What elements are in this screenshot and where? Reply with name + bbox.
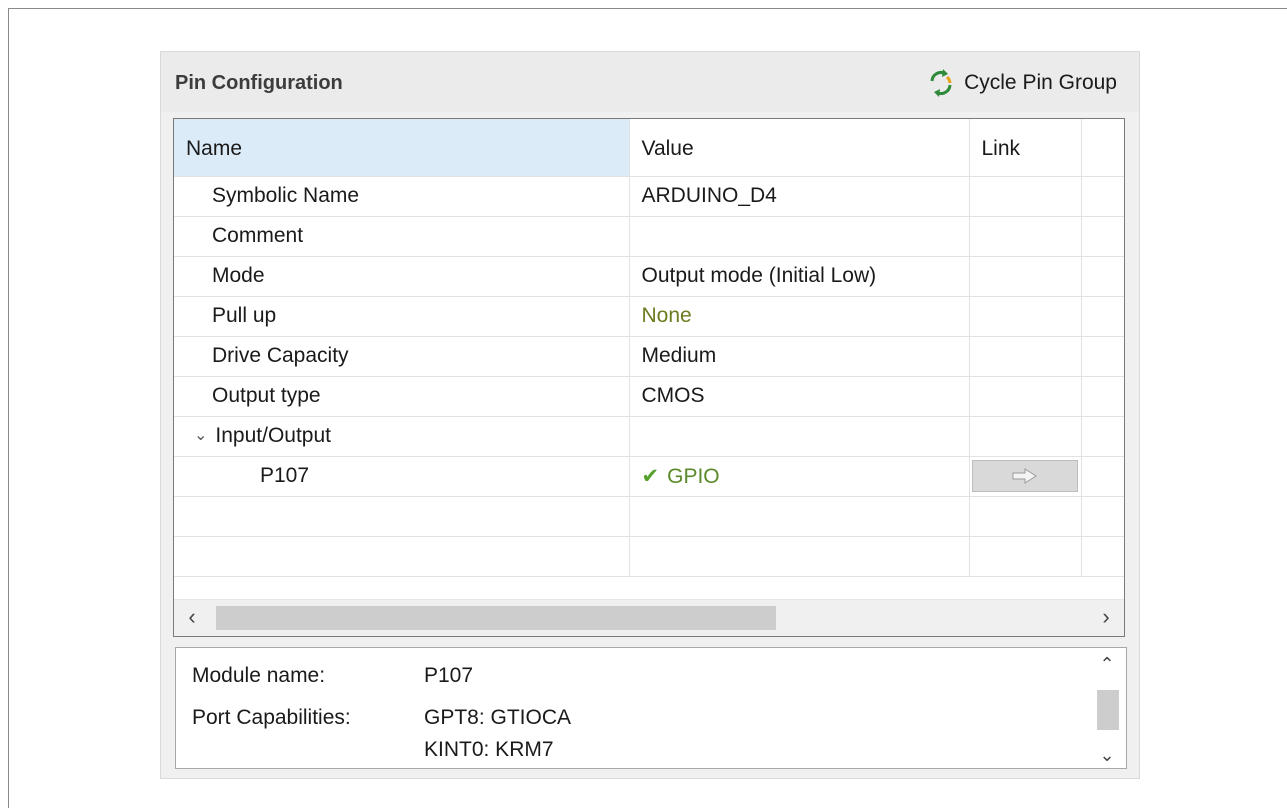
- pin-configuration-panel: Pin Configuration Cycle Pin Group Name V…: [160, 51, 1140, 779]
- row-link: [969, 376, 1082, 417]
- gpio-value: GPIO: [667, 464, 720, 488]
- table-header-row: Name Value Link: [174, 119, 1124, 177]
- pin-info-box: Module name: P107 Port Capabilities: GPT…: [175, 647, 1127, 769]
- row-link: [969, 256, 1082, 297]
- cycle-arrows-icon: [930, 69, 952, 97]
- scroll-down-icon[interactable]: ⌄: [1088, 745, 1126, 766]
- horizontal-scroll-thumb[interactable]: [216, 606, 776, 630]
- table-group-row[interactable]: ⌄ Input/Output: [174, 416, 1124, 457]
- port-capability-item: KINT0: KRM7: [424, 738, 554, 761]
- vertical-scroll-thumb[interactable]: [1097, 690, 1119, 730]
- row-value[interactable]: None: [629, 296, 970, 337]
- table-row[interactable]: P107 ✔ GPIO: [174, 456, 1124, 497]
- port-capability-item: GPT8: GTIOCA: [424, 706, 572, 729]
- table-row-empty: [174, 496, 1124, 537]
- column-header-link[interactable]: Link: [969, 119, 1082, 177]
- row-name: P107: [174, 456, 630, 497]
- group-name[interactable]: ⌄ Input/Output: [174, 416, 630, 457]
- row-link: [969, 456, 1082, 497]
- row-link: [969, 296, 1082, 337]
- arrow-right-icon: [1012, 468, 1037, 484]
- port-capabilities-label: Port Capabilities:: [192, 706, 351, 729]
- table-row[interactable]: Comment: [174, 216, 1124, 257]
- check-icon: ✔: [641, 464, 660, 488]
- row-value[interactable]: CMOS: [629, 376, 970, 417]
- row-link: [969, 216, 1082, 257]
- row-name: Symbolic Name: [174, 176, 630, 217]
- row-value[interactable]: [629, 216, 970, 257]
- row-value[interactable]: ARDUINO_D4: [629, 176, 970, 217]
- link-navigate-button[interactable]: [971, 460, 1078, 492]
- table-row[interactable]: Pull up None: [174, 296, 1124, 337]
- row-value[interactable]: Output mode (Initial Low): [629, 256, 970, 297]
- table-row[interactable]: Output type CMOS: [174, 376, 1124, 417]
- panel-header: Pin Configuration Cycle Pin Group: [161, 52, 1139, 112]
- row-value[interactable]: ✔ GPIO: [629, 456, 970, 497]
- row-name: Output type: [174, 376, 630, 417]
- row-name: Mode: [174, 256, 630, 297]
- cycle-pin-group-label: Cycle Pin Group: [964, 71, 1117, 94]
- vertical-scrollbar[interactable]: ⌃ ⌄: [1088, 648, 1126, 768]
- row-name: Drive Capacity: [174, 336, 630, 377]
- row-link: [969, 336, 1082, 377]
- row-name: Pull up: [174, 296, 630, 337]
- table-row[interactable]: Mode Output mode (Initial Low): [174, 256, 1124, 297]
- table-row[interactable]: Drive Capacity Medium: [174, 336, 1124, 377]
- scroll-right-icon[interactable]: ›: [1088, 604, 1124, 630]
- cycle-pin-group-button[interactable]: Cycle Pin Group: [926, 68, 1117, 98]
- table-row[interactable]: Symbolic Name ARDUINO_D4: [174, 176, 1124, 217]
- row-name: Comment: [174, 216, 630, 257]
- table-row-empty: [174, 536, 1124, 577]
- properties-table: Name Value Link Symbolic Name ARDUINO_D4…: [173, 118, 1125, 637]
- scroll-up-icon[interactable]: ⌃: [1088, 654, 1126, 675]
- scroll-left-icon[interactable]: ‹: [174, 604, 210, 630]
- row-value[interactable]: Medium: [629, 336, 970, 377]
- chevron-down-icon[interactable]: ⌄: [194, 425, 207, 445]
- horizontal-scrollbar[interactable]: ‹ ›: [174, 599, 1124, 636]
- row-link: [969, 176, 1082, 217]
- column-header-value[interactable]: Value: [629, 119, 970, 177]
- module-name-value: P107: [424, 664, 474, 687]
- column-header-name[interactable]: Name: [174, 119, 630, 177]
- module-name-label: Module name:: [192, 664, 326, 687]
- group-label: Input/Output: [215, 424, 331, 447]
- panel-title: Pin Configuration: [175, 72, 343, 94]
- column-header-filler: [1081, 119, 1124, 177]
